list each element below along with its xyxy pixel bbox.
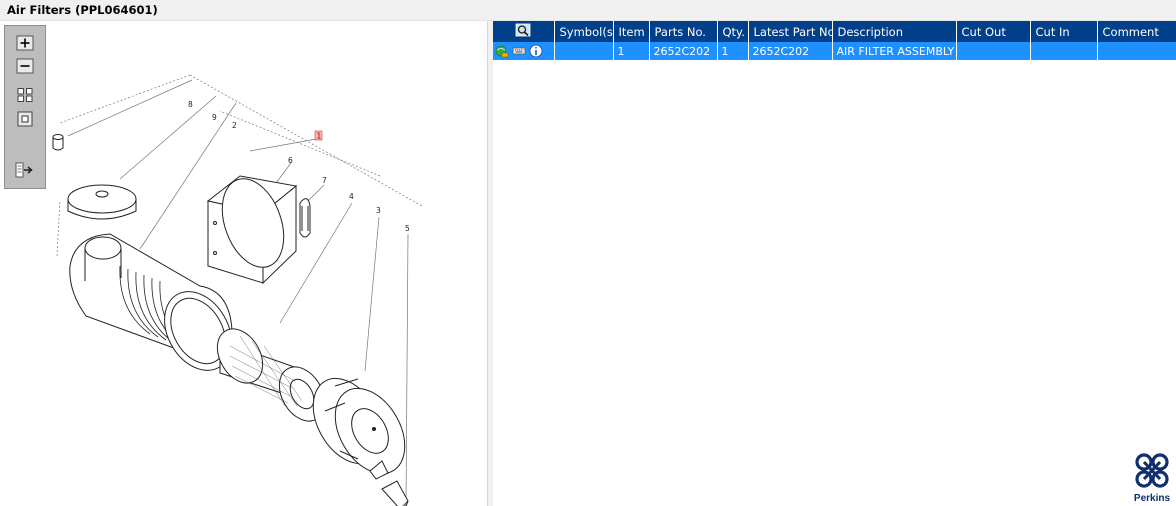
cell-symbols[interactable] [554, 42, 614, 60]
column-header-cut-in[interactable]: Cut In [1030, 21, 1098, 42]
callout-8[interactable]: 8 [188, 100, 193, 109]
zoom-in-icon [16, 35, 34, 51]
perkins-logo: Perkins [1131, 452, 1173, 504]
callout-6[interactable]: 6 [288, 156, 293, 165]
title-bar: Air Filters (PPL064601) [0, 0, 1176, 21]
fit-all-icon [17, 88, 33, 102]
drawing-pane[interactable]: 8 9 2 6 7 4 3 5 1 [0, 21, 488, 506]
callout-4[interactable]: 4 [349, 192, 354, 201]
column-header-latest-part-no[interactable]: Latest Part No. [748, 21, 833, 42]
row-action-icons [493, 42, 555, 60]
cell-description[interactable]: AIR FILTER ASSEMBLY [832, 42, 957, 60]
exploded-parts-drawing: 8 9 2 6 7 4 3 5 1 [52, 74, 423, 506]
column-header-cut-out[interactable]: Cut Out [956, 21, 1031, 42]
table-header-row: Symbol(s) Item Parts No. Qty. Latest Par… [493, 21, 1176, 42]
cell-latest-part-no[interactable]: 2652C202 [748, 42, 833, 60]
keyboard-icon[interactable] [512, 45, 526, 57]
export-icon [15, 162, 33, 178]
zoom-out-button[interactable] [14, 57, 36, 75]
search-parts-icon [515, 23, 531, 37]
cell-item[interactable]: 1 [613, 42, 650, 60]
info-icon[interactable] [529, 44, 543, 58]
brand-name: Perkins [1133, 493, 1171, 504]
column-header-item[interactable]: Item [613, 21, 650, 42]
table-row[interactable]: 1 2652C202 1 2652C202 AIR FILTER ASSEMBL… [493, 42, 1176, 60]
callout-3[interactable]: 3 [376, 206, 381, 215]
column-header-qty[interactable]: Qty. [717, 21, 749, 42]
cell-qty[interactable]: 1 [717, 42, 749, 60]
cell-cut-in[interactable] [1030, 42, 1098, 60]
parts-table: Symbol(s) Item Parts No. Qty. Latest Par… [493, 21, 1176, 60]
perkins-emblem-icon [1135, 453, 1169, 488]
parts-list-pane: Symbol(s) Item Parts No. Qty. Latest Par… [493, 21, 1176, 506]
header-search-cell[interactable] [493, 21, 555, 42]
fit-window-icon [17, 111, 33, 127]
callout-1-highlighted[interactable]: 1 [317, 132, 322, 141]
column-header-symbols[interactable]: Symbol(s) [554, 21, 614, 42]
callout-7[interactable]: 7 [322, 176, 327, 185]
column-header-description[interactable]: Description [832, 21, 957, 42]
fit-all-button[interactable] [14, 86, 36, 104]
cell-cut-out[interactable] [956, 42, 1031, 60]
column-header-comment[interactable]: Comment [1097, 21, 1176, 42]
window-title: Air Filters (PPL064601) [7, 3, 158, 17]
column-header-parts-no[interactable]: Parts No. [649, 21, 718, 42]
fit-window-button[interactable] [14, 110, 36, 128]
callout-2[interactable]: 2 [232, 121, 237, 130]
zoom-in-button[interactable] [14, 34, 36, 52]
zoom-out-icon [16, 58, 34, 74]
cell-parts-no[interactable]: 2652C202 [649, 42, 718, 60]
callout-9[interactable]: 9 [212, 113, 217, 122]
callout-5[interactable]: 5 [405, 224, 410, 233]
cell-comment[interactable] [1097, 42, 1176, 60]
globe-cart-icon[interactable] [495, 45, 509, 58]
export-button[interactable] [14, 161, 36, 179]
